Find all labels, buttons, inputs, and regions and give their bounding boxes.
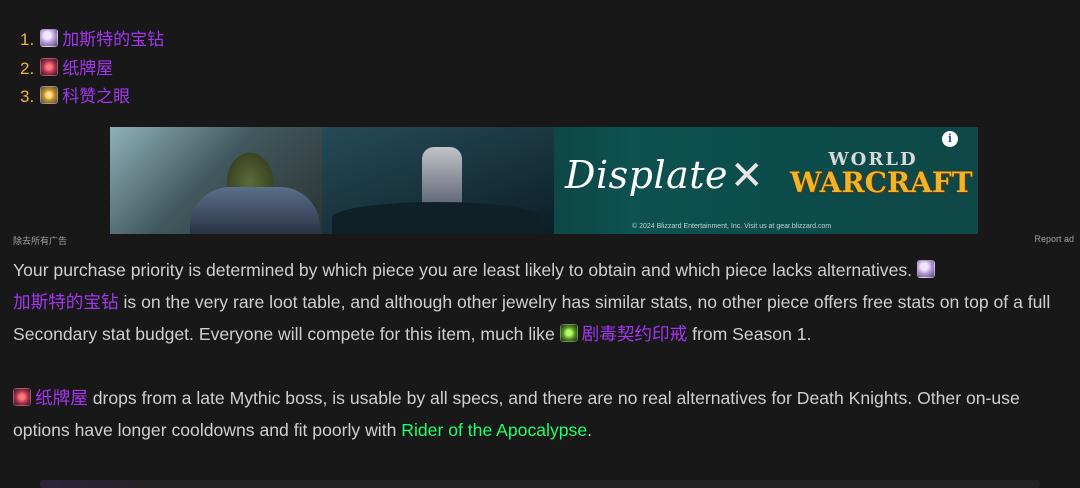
ad-info-icon[interactable]: i [942,131,958,147]
list-number: 2. [20,58,35,78]
collab-cross: ✕ [730,153,764,199]
ad-battle-artwork [322,127,554,234]
item-link-cards[interactable]: 纸牌屋 [35,388,88,408]
gem-icon[interactable] [916,260,935,278]
report-ad-link[interactable]: Report ad [1034,234,1074,244]
list-number: 1. [20,30,35,49]
ring-icon[interactable] [559,324,578,342]
warcraft-logo: WORLD WARCRAFT [790,145,973,211]
ad-orc-artwork [110,127,330,234]
ad-rock-shape [332,202,542,234]
paragraph-text: Your purchase priority is determined by … [13,260,913,280]
item-link-ring[interactable]: 剧毒契约印戒 [582,324,688,344]
ad-armor-shape [190,187,320,234]
paragraph-text: is on the very rare loot table, and alth… [13,292,1051,344]
cards-paragraph: 纸牌屋 drops from a late Mythic boss, is us… [13,382,1079,446]
list-number: 3. [20,87,35,106]
item-link-gem[interactable]: 加斯特的宝钻 [13,292,119,312]
item-link-eye[interactable]: 科赞之眼 [62,87,130,106]
priority-list: 1. 加斯特的宝钻 2. 纸牌屋 3. 科赞之眼 [20,26,164,112]
list-item: 1. 加斯特的宝钻 [20,26,164,55]
ad-copyright: © 2024 Blizzard Entertainment, Inc. Visi… [632,223,832,230]
item-link-gem[interactable]: 加斯特的宝钻 [62,30,164,49]
playing-cards-icon[interactable] [40,57,59,76]
paragraph-text: . [587,420,592,440]
warcraft-logo-line2: WARCRAFT [790,166,973,199]
ad-banner[interactable]: Displate ✕ WORLD WARCRAFT © 2024 Blizzar… [110,127,978,234]
cut-off-next-line [0,476,1080,488]
talent-link-rider[interactable]: Rider of the Apocalypse [401,420,587,440]
eye-icon[interactable] [40,86,59,104]
playing-cards-icon[interactable] [13,388,31,406]
gem-icon[interactable] [40,29,59,47]
displate-logo: Displate [565,153,729,197]
list-item: 3. 科赞之眼 [20,83,164,112]
item-link-cards[interactable]: 纸牌屋 [62,59,113,78]
paragraph-text: from Season 1. [692,324,812,344]
list-item: 2. 纸牌屋 [20,55,164,84]
remove-ads-link[interactable]: 除去所有广告 [13,234,67,247]
priority-paragraph: Your purchase priority is determined by … [13,254,1079,350]
